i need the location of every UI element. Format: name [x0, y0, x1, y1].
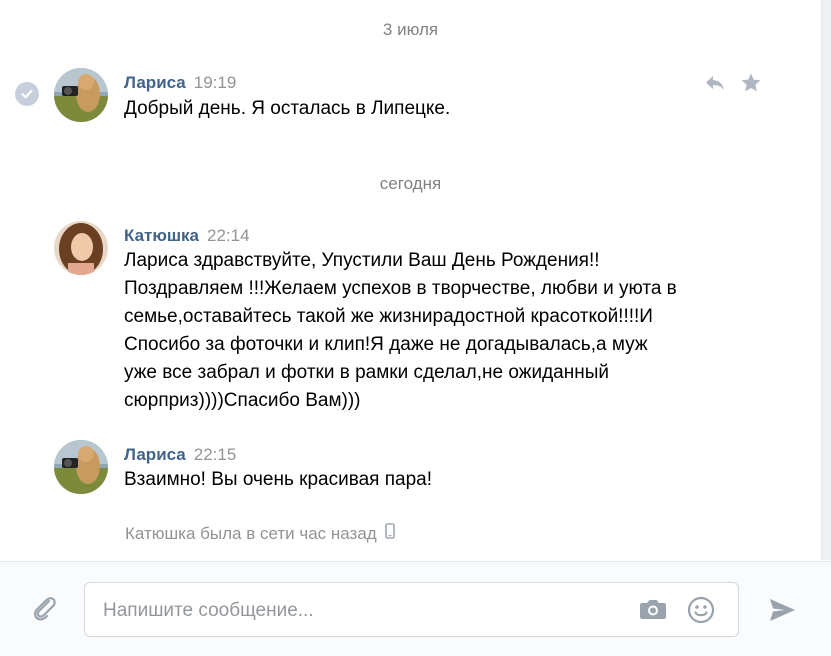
mobile-phone-icon: [384, 523, 395, 544]
paperclip-icon[interactable]: [28, 592, 60, 624]
online-status: Катюшка была в сети час назад: [125, 523, 395, 544]
camera-icon[interactable]: [639, 597, 667, 626]
status-text: Катюшка была в сети час назад: [125, 523, 377, 543]
message-time: 22:14: [207, 226, 250, 245]
message-header: Лариса 22:15: [124, 445, 236, 465]
message-text: Добрый день. Я осталась в Липецке.: [124, 98, 451, 119]
author-name[interactable]: Лариса: [124, 73, 186, 92]
author-name[interactable]: Катюшка: [124, 226, 199, 245]
message-header: Лариса 19:19: [124, 73, 236, 93]
check-circle-icon: [15, 82, 39, 106]
message-time: 19:19: [193, 73, 237, 92]
message-input[interactable]: [101, 595, 625, 627]
message-input-box[interactable]: [84, 582, 739, 637]
message-text: Взаимно! Вы очень красивая пара!: [124, 469, 432, 490]
send-arrow-icon[interactable]: [767, 596, 797, 629]
message-header: Катюшка 22:14: [124, 226, 250, 246]
author-name[interactable]: Лариса: [124, 445, 186, 464]
photographer-avatar[interactable]: [54, 68, 108, 122]
star-icon[interactable]: [739, 71, 763, 100]
date-divider: 3 июля: [382, 20, 439, 39]
reply-icon[interactable]: [703, 71, 727, 100]
smiley-icon[interactable]: [687, 596, 715, 629]
photographer-avatar[interactable]: [54, 440, 108, 494]
message-time: 22:15: [193, 445, 237, 464]
scrollbar[interactable]: [821, 0, 831, 560]
message-text: Лариса здравствуйте, Упустили Ваш День Р…: [124, 250, 677, 411]
message-actions: [703, 71, 763, 100]
date-divider: сегодня: [379, 174, 442, 193]
message-composer: [0, 561, 831, 656]
woman-portrait-avatar[interactable]: [54, 221, 108, 275]
